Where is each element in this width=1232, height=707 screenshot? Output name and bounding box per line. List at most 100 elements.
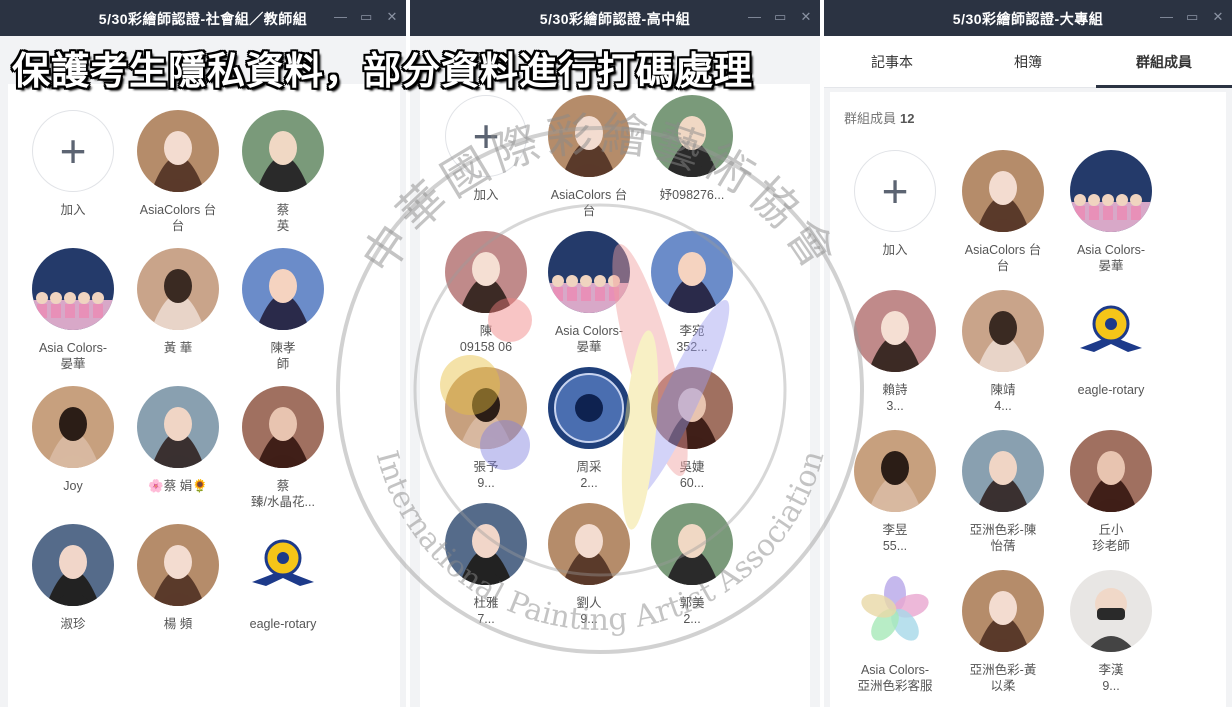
- member-item[interactable]: Asia Colors- 亞洲色彩客服: [845, 570, 945, 694]
- avatar: [548, 367, 630, 449]
- member-item[interactable]: 🌸蔡 娟🌻: [128, 386, 228, 494]
- member-name: 李昱 55...: [882, 523, 908, 553]
- add-member-button[interactable]: + 加入: [23, 110, 123, 218]
- minimize-icon[interactable]: —: [748, 8, 761, 26]
- plus-icon: +: [854, 150, 936, 232]
- member-item[interactable]: 丘小 珍老師: [1061, 430, 1161, 554]
- member-item[interactable]: 賴詩 3...: [845, 290, 945, 414]
- member-name: 加入: [473, 188, 499, 202]
- member-item[interactable]: 陳 09158 06: [436, 231, 536, 355]
- member-item[interactable]: Asia Colors- 晏華: [23, 248, 123, 372]
- group-member-number: 12: [900, 111, 915, 126]
- avatar: [1070, 570, 1152, 652]
- member-name: Joy: [63, 479, 83, 493]
- add-member-button[interactable]: + 加入: [845, 150, 945, 258]
- member-item[interactable]: 楊 頻: [128, 524, 228, 632]
- window-social-teacher: 5/30彩繪師認證-社會組／教師組 — ▭ ✕ + 加入 AsiaColors 台 …: [0, 0, 406, 707]
- member-item[interactable]: 李宛 352...: [642, 231, 742, 355]
- member-name: 淑珍: [60, 617, 86, 631]
- close-icon[interactable]: ✕: [800, 8, 812, 26]
- tab-notes[interactable]: 記事本: [824, 36, 960, 87]
- avatar: [242, 248, 324, 330]
- member-item[interactable]: 李漢 9...: [1061, 570, 1161, 694]
- member-item[interactable]: 蔡 英: [233, 110, 333, 234]
- member-name: 🌸蔡 娟🌻: [148, 479, 208, 493]
- member-name: 陳 09158 06: [459, 324, 513, 354]
- member-item[interactable]: 陳孝 師: [233, 248, 333, 372]
- member-item[interactable]: 亞洲色彩-黃 以柔: [953, 570, 1053, 694]
- group-member-label: 群組成員: [844, 111, 897, 126]
- avatar: [548, 231, 630, 313]
- close-icon[interactable]: ✕: [386, 8, 398, 26]
- member-item[interactable]: AsiaColors 台 台: [953, 150, 1053, 274]
- member-item[interactable]: eagle-rotary: [233, 524, 333, 632]
- avatar: [962, 150, 1044, 232]
- member-item[interactable]: 周采 2...: [539, 367, 639, 491]
- avatar: [32, 524, 114, 606]
- member-item[interactable]: 劉人 9...: [539, 503, 639, 627]
- close-icon[interactable]: ✕: [1212, 8, 1224, 26]
- avatar: [651, 503, 733, 585]
- tab-album[interactable]: 相簿: [960, 36, 1096, 87]
- member-name: Asia Colors- 晏華: [1076, 243, 1146, 273]
- maximize-icon[interactable]: ▭: [774, 8, 786, 26]
- member-name: 陳孝 師: [270, 341, 296, 371]
- member-name: 杜雅 7...: [473, 596, 499, 626]
- member-item[interactable]: eagle-rotary: [1061, 290, 1161, 398]
- member-name: 丘小 珍老師: [1092, 523, 1130, 553]
- minimize-icon[interactable]: —: [334, 8, 347, 26]
- member-item[interactable]: 陳靖 4...: [953, 290, 1053, 414]
- avatar: [137, 386, 219, 468]
- titlebar[interactable]: 5/30彩繪師認證-高中組 — ▭ ✕: [410, 0, 820, 36]
- tab-group-members[interactable]: 群組成員: [1096, 36, 1232, 88]
- add-member-button[interactable]: + 加入: [436, 95, 536, 203]
- minimize-icon[interactable]: —: [1160, 8, 1173, 26]
- tab-bar: 記事本 相簿 群組成員: [824, 36, 1232, 88]
- avatar: [854, 570, 936, 652]
- maximize-icon[interactable]: ▭: [360, 8, 372, 26]
- member-item[interactable]: Asia Colors- 晏華: [1061, 150, 1161, 274]
- member-item[interactable]: 李昱 55...: [845, 430, 945, 554]
- avatar: [242, 524, 324, 606]
- member-item[interactable]: Joy: [23, 386, 123, 494]
- member-name: eagle-rotary: [1077, 383, 1145, 397]
- plus-icon: +: [32, 110, 114, 192]
- member-name: 張予 9...: [473, 460, 499, 490]
- member-item[interactable]: AsiaColors 台 台: [128, 110, 228, 234]
- member-name: 妤098276...: [659, 188, 725, 202]
- maximize-icon[interactable]: ▭: [1186, 8, 1198, 26]
- member-item[interactable]: 張予 9...: [436, 367, 536, 491]
- avatar: [242, 110, 324, 192]
- member-item[interactable]: 黃 華: [128, 248, 228, 356]
- member-item[interactable]: AsiaColors 台 台: [539, 95, 639, 219]
- titlebar[interactable]: 5/30彩繪師認證-社會組／教師組 — ▭ ✕: [0, 0, 406, 36]
- titlebar[interactable]: 5/30彩繪師認證-大專組 — ▭ ✕: [824, 0, 1232, 36]
- plus-icon: +: [445, 95, 527, 177]
- member-item[interactable]: 杜雅 7...: [436, 503, 536, 627]
- member-name: 賴詩 3...: [882, 383, 908, 413]
- member-item[interactable]: 郭美 2...: [642, 503, 742, 627]
- member-item[interactable]: 吳婕 60...: [642, 367, 742, 491]
- member-item[interactable]: 妤098276...: [642, 95, 742, 203]
- avatar: [242, 386, 324, 468]
- avatar: [137, 248, 219, 330]
- member-name: 楊 頻: [163, 617, 193, 631]
- member-item[interactable]: 亞洲色彩-陳 怡蒨: [953, 430, 1053, 554]
- member-item[interactable]: 蔡 臻/水晶花...: [233, 386, 333, 510]
- avatar: [854, 290, 936, 372]
- member-name: 亞洲色彩-黃 以柔: [969, 663, 1037, 693]
- avatar: [962, 290, 1044, 372]
- window-highschool: 5/30彩繪師認證-高中組 — ▭ ✕ + 加入 AsiaColors 台 台 妤09…: [410, 0, 820, 707]
- member-item[interactable]: Asia Colors- 晏華: [539, 231, 639, 355]
- avatar: [32, 248, 114, 330]
- avatar: [137, 524, 219, 606]
- member-name: 蔡 英: [276, 203, 290, 233]
- member-item[interactable]: 淑珍: [23, 524, 123, 632]
- avatar: [137, 110, 219, 192]
- privacy-banner: 保護考生隱私資料，部分資料進行打碼處理: [12, 51, 754, 93]
- member-name: AsiaColors 台 台: [964, 243, 1042, 273]
- member-name: Asia Colors- 亞洲色彩客服: [857, 663, 933, 693]
- avatar: [651, 367, 733, 449]
- member-name: 亞洲色彩-陳 怡蒨: [969, 523, 1037, 553]
- avatar: [445, 231, 527, 313]
